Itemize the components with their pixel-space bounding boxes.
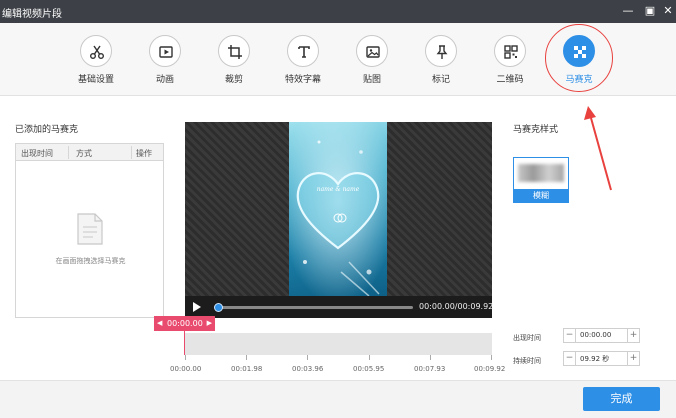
animation-icon (159, 46, 173, 58)
mosaic-list[interactable]: 出现时间 方式 操作 在画面拖拽选择马赛克 (15, 143, 164, 318)
pin-icon (436, 45, 448, 59)
maximize-button[interactable]: ▣ (642, 3, 658, 19)
timeline-ticks (185, 355, 492, 361)
timeline-current-time[interactable]: ◀ 00:00.00 ▶ (154, 316, 215, 331)
tool-text-effects[interactable]: 特效字幕 (271, 35, 335, 85)
scissors-icon (90, 45, 104, 59)
tool-label: 动画 (155, 75, 174, 85)
list-header: 出现时间 方式 操作 (16, 144, 163, 161)
tool-label: 贴图 (362, 75, 381, 85)
text-icon (298, 46, 310, 58)
timeline-label: 00:00.00 (170, 365, 202, 373)
tool-crop[interactable]: 裁剪 (202, 35, 266, 85)
tool-label: 基础设置 (77, 75, 114, 85)
duration-stepper[interactable]: − 09.92 秒 + (563, 351, 640, 366)
empty-document-icon (77, 213, 103, 245)
video-frame[interactable]: name & name (289, 122, 387, 296)
appear-time-label: 出现时间 (513, 334, 541, 342)
toolbar: 基础设置 动画 裁剪 特效字幕 贴图 标记 二维码 马赛克 (0, 23, 676, 96)
duration-label: 持续时间 (513, 357, 541, 365)
column-mode: 方式 (76, 149, 92, 158)
blur-preview (518, 164, 564, 182)
done-button[interactable]: 完成 (583, 387, 660, 411)
timeline-label: 00:09.92 (474, 365, 506, 373)
video-time: 00:00.00/00:09.92 (419, 302, 494, 311)
timeline-label: 00:01.98 (231, 365, 263, 373)
appear-time-stepper[interactable]: − 00:00.00 + (563, 328, 640, 343)
decrement-button[interactable]: − (564, 329, 576, 342)
timeline-label: 00:05.95 (353, 365, 385, 373)
mosaic-style-title: 马赛克样式 (513, 125, 559, 135)
timeline-label: 00:07.93 (414, 365, 446, 373)
video-controls: 00:00.00/00:09.92 (185, 296, 494, 318)
qrcode-icon (504, 45, 518, 59)
column-appear-time: 出现时间 (21, 149, 53, 158)
timeline-playhead[interactable] (184, 331, 185, 355)
heart-frame-image (289, 122, 387, 296)
appear-time-value[interactable]: 00:00.00 (580, 331, 611, 339)
tool-label: 二维码 (496, 75, 524, 85)
tool-sticker[interactable]: 贴图 (340, 35, 404, 85)
window-title: 编辑视频片段 (2, 9, 62, 20)
image-icon (366, 46, 380, 58)
tool-qrcode[interactable]: 二维码 (478, 35, 542, 85)
style-caption: 模糊 (514, 189, 568, 202)
tool-basic-settings[interactable]: 基础设置 (64, 35, 128, 85)
prev-arrow-icon[interactable]: ◀ (157, 316, 162, 331)
next-arrow-icon[interactable]: ▶ (207, 316, 212, 331)
duration-value[interactable]: 09.92 秒 (580, 354, 609, 364)
tool-label: 裁剪 (224, 75, 243, 85)
progress-knob[interactable] (214, 303, 223, 312)
tool-marker[interactable]: 标记 (409, 35, 473, 85)
empty-hint: 在画面拖拽选择马赛克 (55, 257, 126, 265)
play-icon[interactable] (192, 301, 202, 313)
timeline-label: 00:03.96 (292, 365, 324, 373)
close-button[interactable]: ✕ (660, 3, 676, 19)
video-preview[interactable]: name & name 00:00.00/00:09.92 (185, 122, 494, 318)
minimize-button[interactable]: — (620, 3, 636, 19)
timeline-track[interactable] (185, 333, 492, 355)
footer-bar (0, 380, 676, 418)
tool-label: 标记 (431, 75, 450, 85)
increment-button[interactable]: + (627, 329, 639, 342)
crop-icon (228, 45, 242, 59)
tool-animation[interactable]: 动画 (133, 35, 197, 85)
decrement-button[interactable]: − (564, 352, 576, 365)
annotation-highlight-circle (545, 24, 613, 92)
added-mosaic-title: 已添加的马赛克 (15, 125, 79, 135)
increment-button[interactable]: + (627, 352, 639, 365)
mosaic-style-blur[interactable]: 模糊 (513, 157, 569, 203)
title-bar: 编辑视频片段 — ▣ ✕ (0, 0, 676, 23)
column-action: 操作 (136, 149, 152, 158)
progress-bar[interactable] (217, 306, 413, 309)
video-overlay-text: name & name (316, 186, 360, 193)
tool-label: 特效字幕 (284, 75, 321, 85)
